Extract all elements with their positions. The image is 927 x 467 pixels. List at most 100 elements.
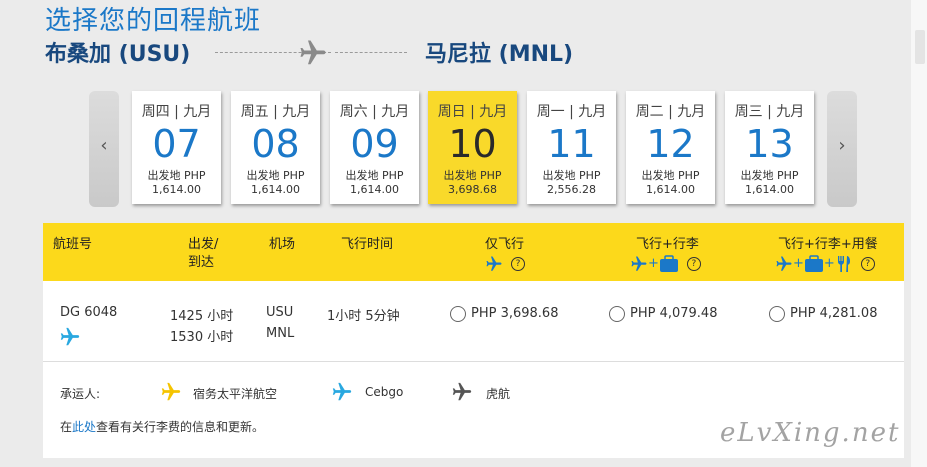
plane-icon	[776, 256, 792, 271]
date-label: 周五 | 九月	[240, 104, 311, 120]
date-price-label: 出发地 PHP	[147, 169, 206, 182]
date-card[interactable]: 周一 | 九月 11 出发地 PHP 2,556.28	[527, 91, 616, 204]
date-card[interactable]: 周四 | 九月 07 出发地 PHP 1,614.00	[132, 91, 221, 204]
page-title: 选择您的回程航班	[45, 6, 262, 36]
date-day: 08	[251, 122, 300, 166]
next-dates-button[interactable]: ›	[827, 91, 857, 207]
date-label: 周四 | 九月	[141, 104, 212, 120]
help-icon[interactable]: ?	[511, 256, 525, 271]
baggage-fee-note: 在此处查看有关行李费的信息和更新。	[60, 418, 264, 435]
chevron-left-icon: ‹	[100, 135, 108, 156]
plane-icon	[486, 256, 502, 271]
note-suffix: 查看有关行李费的信息和更新。	[96, 420, 265, 434]
date-price: 1,614.00	[350, 183, 399, 196]
date-price: 1,614.00	[745, 183, 794, 196]
fare-baggage-meal-price: PHP 4,281.08	[790, 306, 878, 321]
date-card[interactable]: 周二 | 九月 12 出发地 PHP 1,614.00	[626, 91, 715, 204]
date-price: 1,614.00	[152, 183, 201, 196]
help-icon[interactable]: ?	[686, 256, 701, 271]
date-label: 周一 | 九月	[536, 104, 607, 120]
date-price-label: 出发地 PHP	[246, 169, 305, 182]
fare-baggage-price: PHP 4,079.48	[630, 306, 718, 321]
route-summary: 布桑加 (USU) 马尼拉 (MNL)	[45, 36, 605, 70]
header-flight-no: 航班号	[53, 237, 93, 252]
date-carousel: ‹ 周四 | 九月 07 出发地 PHP 1,614.00 周五 | 九月 08…	[89, 91, 857, 207]
header-depart: 出发/	[188, 237, 219, 252]
date-price-label: 出发地 PHP	[443, 169, 502, 182]
date-price: 3,698.68	[448, 183, 497, 196]
cebgo-plane-icon	[332, 382, 352, 401]
fare-flight-only-option[interactable]: PHP 3,698.68	[450, 303, 558, 322]
cebu-pacific-plane-icon	[161, 382, 181, 401]
flight-number: DG 6048	[60, 305, 118, 320]
flight-row: DG 6048 1425 小时 1530 小时 USU MNL 1小时 5分钟 …	[43, 281, 904, 362]
date-day: 11	[547, 122, 596, 166]
date-card[interactable]: 周五 | 九月 08 出发地 PHP 1,614.00	[231, 91, 320, 204]
date-card[interactable]: 周日 | 九月 10 出发地 PHP 3,698.68	[428, 91, 517, 204]
carrier-cebgo: Cebgo	[365, 385, 404, 399]
fare-flight-only-price: PHP 3,698.68	[471, 306, 559, 321]
date-price: 2,556.28	[547, 183, 596, 196]
date-label: 周六 | 九月	[339, 104, 410, 120]
fare-radio[interactable]	[609, 305, 625, 322]
carrier-tigerair: 虎航	[486, 387, 511, 401]
carrier-cebu-pacific: 宿务太平洋航空	[193, 387, 278, 401]
help-icon[interactable]: ?	[860, 256, 875, 271]
date-day: 07	[152, 122, 201, 166]
fare-radio[interactable]	[450, 305, 466, 322]
fare-baggage-meal-option[interactable]: PHP 4,281.08	[769, 303, 877, 322]
plus-icon: +	[823, 256, 835, 271]
suitcase-icon	[804, 254, 823, 272]
date-label: 周三 | 九月	[734, 104, 805, 120]
fare-baggage-meal-icons: + +?	[775, 253, 875, 275]
results-header: 航班号 出发/ 到达 机场 飞行时间 仅飞行 ? 飞行+行李 +? 飞行+行李+…	[43, 223, 904, 281]
cebgo-plane-icon	[60, 327, 80, 346]
date-price-label: 出发地 PHP	[641, 169, 700, 182]
flight-duration: 1小时 5分钟	[327, 309, 400, 324]
fare-radio[interactable]	[769, 305, 785, 322]
plus-icon: +	[793, 256, 804, 271]
baggage-info-link[interactable]: 此处	[72, 420, 96, 434]
fare-baggage-option[interactable]: PHP 4,079.48	[609, 303, 717, 322]
depart-time: 1425 小时	[170, 309, 234, 324]
watermark: eLvXing.net	[720, 418, 901, 448]
page-edge-strip	[911, 0, 927, 467]
header-duration: 飞行时间	[341, 237, 394, 252]
cutlery-icon	[837, 255, 850, 272]
date-day: 09	[350, 122, 399, 166]
suitcase-icon	[659, 254, 678, 272]
date-price: 1,614.00	[646, 183, 695, 196]
side-tab[interactable]	[915, 30, 925, 64]
header-airport: 机场	[269, 237, 296, 252]
arrive-time: 1530 小时	[170, 330, 234, 345]
carriers-label: 承运人:	[60, 387, 101, 401]
date-day: 12	[646, 122, 695, 166]
note-prefix: 在	[60, 420, 73, 434]
chevron-right-icon: ›	[838, 135, 846, 156]
origin-city: 布桑加 (USU)	[45, 42, 191, 67]
fare-baggage-icons: +?	[630, 253, 701, 275]
tigerair-plane-icon	[452, 382, 472, 401]
date-price-label: 出发地 PHP	[542, 169, 601, 182]
date-label: 周日 | 九月	[437, 104, 508, 120]
date-price-label: 出发地 PHP	[345, 169, 404, 182]
header-fare-baggage-meal: 飞行+行李+用餐	[778, 237, 878, 252]
date-price-label: 出发地 PHP	[740, 169, 799, 182]
prev-dates-button[interactable]: ‹	[89, 91, 119, 207]
plus-icon: +	[648, 256, 659, 271]
fare-flight-only-icons: ?	[485, 253, 525, 275]
route-dash-right	[335, 52, 407, 53]
plane-icon	[631, 256, 647, 271]
header-fare-baggage: 飞行+行李	[636, 237, 699, 252]
airplane-icon	[300, 40, 326, 65]
destination-city: 马尼拉 (MNL)	[425, 42, 574, 67]
header-fare-flight-only: 仅飞行	[485, 237, 525, 252]
depart-airport: USU	[266, 305, 294, 320]
date-card[interactable]: 周六 | 九月 09 出发地 PHP 1,614.00	[330, 91, 419, 204]
date-label: 周二 | 九月	[635, 104, 706, 120]
date-day: 13	[745, 122, 794, 166]
date-price: 1,614.00	[251, 183, 300, 196]
arrive-airport: MNL	[266, 326, 295, 341]
header-arrive: 到达	[188, 255, 215, 270]
date-card[interactable]: 周三 | 九月 13 出发地 PHP 1,614.00	[725, 91, 814, 204]
